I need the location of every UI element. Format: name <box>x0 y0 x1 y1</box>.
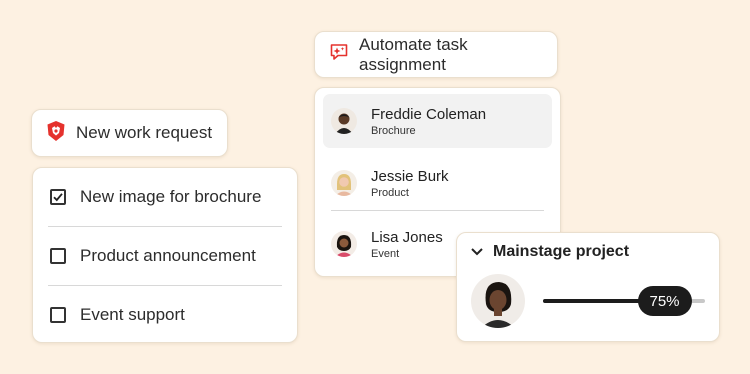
task-checklist: New image for brochure Product announcem… <box>32 167 298 343</box>
project-title: Mainstage project <box>493 243 630 260</box>
assignee-item[interactable]: Freddie Coleman Brochure <box>323 94 552 148</box>
checklist-item-label: Event support <box>80 305 185 324</box>
automate-task-assignment-button[interactable]: Automate task assignment <box>314 31 558 78</box>
assignee-item[interactable]: Jessie Burk Product <box>323 156 552 210</box>
new-work-request-label: New work request <box>76 123 213 142</box>
assignee-role: Event <box>371 247 400 260</box>
checklist-item[interactable]: New image for brochure <box>48 168 282 227</box>
checklist-item-label: Product announcement <box>80 246 256 265</box>
avatar <box>331 170 357 196</box>
new-work-request-button[interactable]: New work request <box>31 109 228 157</box>
avatar <box>331 231 357 257</box>
assignee-role: Product <box>371 186 409 199</box>
project-card: Mainstage project 75% <box>456 232 720 342</box>
assignee-name: Jessie Burk <box>371 167 449 185</box>
checkbox[interactable] <box>50 307 66 323</box>
automate-label: Automate task assignment <box>359 34 468 74</box>
assignee-name: Lisa Jones <box>371 228 443 246</box>
avatar <box>471 274 525 328</box>
chevron-down-icon[interactable] <box>471 243 483 261</box>
divider <box>331 210 544 211</box>
workfront-logo-icon <box>46 120 66 147</box>
checklist-item-label: New image for brochure <box>80 187 262 206</box>
avatar <box>331 108 357 134</box>
checklist-item[interactable]: Product announcement <box>48 227 282 286</box>
checkbox[interactable] <box>50 248 66 264</box>
sparkle-chat-icon <box>329 42 349 67</box>
checklist-item[interactable]: Event support <box>48 286 282 344</box>
assignee-role: Brochure <box>371 124 416 137</box>
progress-track: 75% <box>543 286 705 316</box>
checkbox-checked[interactable] <box>50 189 66 205</box>
project-header[interactable]: Mainstage project <box>471 243 705 261</box>
progress-badge: 75% <box>637 286 692 316</box>
assignee-name: Freddie Coleman <box>371 105 487 123</box>
